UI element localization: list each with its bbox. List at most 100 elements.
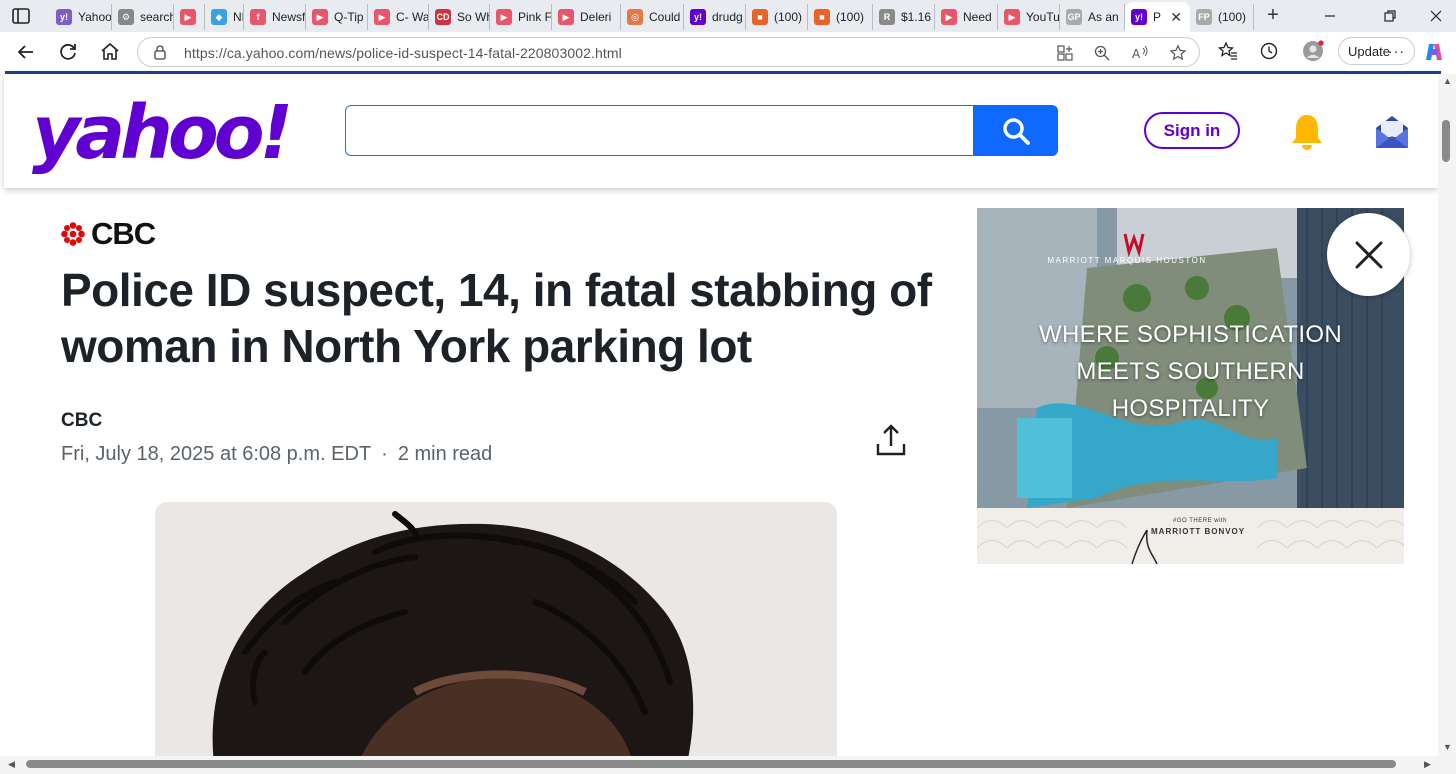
tab-strip: y! Yahoo ⚙ search ▶ ◆ NE f Newsf ▶ Q-Tip ▶ C- Wa CD So… — [0, 0, 1456, 32]
search-input[interactable] — [345, 105, 974, 156]
restore-icon[interactable] — [1380, 6, 1400, 26]
share-icon[interactable] — [874, 422, 908, 458]
sign-in-button[interactable]: Sign in — [1144, 112, 1240, 149]
tab-actions-icon[interactable] — [10, 6, 34, 26]
mail-icon[interactable] — [1374, 114, 1410, 150]
source-logo[interactable]: CBC — [61, 216, 156, 252]
scroll-right-icon[interactable]: ▶ — [1424, 759, 1431, 770]
address-bar[interactable]: https://ca.yahoo.com/news/police-id-susp… — [137, 37, 1200, 67]
meta-separator: · — [381, 443, 388, 465]
read-aloud-icon[interactable]: A — [1131, 44, 1149, 62]
tab[interactable]: ◎ Could — [621, 4, 684, 30]
tab-label: NE — [233, 10, 243, 24]
scroll-left-icon[interactable]: ◀ — [8, 759, 15, 770]
tab-favicon-icon: ◆ — [211, 9, 227, 25]
svg-text:A: A — [1132, 47, 1141, 61]
tab[interactable]: ▶ Deleri — [552, 4, 621, 30]
lock-icon[interactable] — [152, 44, 168, 60]
yahoo-logo[interactable]: yahoo! — [32, 96, 293, 170]
tab-label: So Wh — [457, 10, 490, 24]
tab[interactable]: f Newsf — [244, 4, 306, 30]
tab-label: YouTu — [1026, 10, 1060, 24]
tab-label: Pink F — [518, 10, 552, 24]
tab[interactable]: ▶ Q-Tip — [306, 4, 368, 30]
tab[interactable]: GP As an — [1060, 4, 1125, 30]
vertical-scroll-thumb[interactable] — [1442, 120, 1450, 162]
tab-favicon-icon: ▶ — [374, 9, 390, 25]
scroll-down-icon[interactable]: ▼ — [1443, 742, 1452, 752]
tab-label: search — [140, 10, 174, 24]
close-icon — [1355, 241, 1382, 268]
tab-favicon-icon: ▶ — [180, 9, 196, 25]
tab-label: (100) — [836, 10, 865, 24]
article-date: Fri, July 18, 2025 at 6:08 p.m. EDT — [61, 443, 372, 465]
zoom-icon[interactable] — [1093, 44, 1111, 62]
read-time: 2 min read — [397, 443, 493, 465]
vertical-scrollbar[interactable]: ▲ ▼ — [1438, 74, 1456, 756]
horizontal-scroll-thumb[interactable] — [26, 760, 1396, 768]
ad-close-button[interactable] — [1327, 213, 1410, 296]
tab-label: drudg — [712, 10, 743, 24]
tab-label: C- Wa — [396, 10, 429, 24]
tab-label: $1.16 — [901, 10, 932, 24]
profile-avatar-icon[interactable] — [1302, 40, 1324, 62]
home-icon[interactable] — [98, 40, 122, 64]
tab[interactable]: ■ (100) — [808, 4, 873, 30]
tab-favicon-icon: ▶ — [558, 9, 574, 25]
app-available-icon[interactable] — [1056, 44, 1074, 62]
tab-favicon-icon: y! — [1131, 9, 1147, 25]
update-label: Update — [1348, 43, 1390, 59]
tab-favicon-icon: GP — [1066, 9, 1082, 25]
tab-label: Newsf — [272, 10, 306, 24]
favorites-icon[interactable] — [1218, 41, 1238, 61]
horizontal-scrollbar[interactable]: ◀ ▶ — [0, 756, 1456, 774]
search-button[interactable] — [973, 105, 1058, 156]
ad-headline-line: WHERE SOPHISTICATION — [1039, 321, 1342, 348]
tab-favicon-icon: f — [250, 9, 266, 25]
tab[interactable]: y! drudg — [684, 4, 746, 30]
url-text[interactable]: https://ca.yahoo.com/news/police-id-susp… — [184, 45, 622, 61]
tab[interactable]: ▶ Pink F — [490, 4, 552, 30]
tab[interactable]: CD So Wh — [429, 4, 490, 30]
tab-favicon-icon: ▶ — [941, 9, 957, 25]
refresh-icon[interactable] — [56, 40, 80, 64]
ad-brand: MARRIOTT MARQUIS HOUSTON — [1047, 256, 1207, 265]
tab[interactable]: FP (100) — [1190, 4, 1254, 30]
close-window-icon[interactable] — [1426, 6, 1446, 26]
tab-label: As an — [1088, 10, 1119, 24]
favorite-star-icon[interactable] — [1169, 44, 1187, 62]
history-icon[interactable] — [1259, 41, 1279, 61]
ad-headline: WHERE SOPHISTICATION MEETS SOUTHERN HOSP… — [977, 316, 1404, 427]
tab-favicon-icon: y! — [56, 9, 72, 25]
tab-favicon-icon: ◎ — [627, 9, 643, 25]
tab[interactable]: ■ (100) — [746, 4, 808, 30]
tab-label: Q-Tip — [334, 10, 364, 24]
copilot-icon[interactable] — [1423, 41, 1445, 63]
tab-close-icon[interactable]: ✕ — [1170, 9, 1182, 26]
tab[interactable]: ▶ — [174, 4, 205, 30]
ad-footer-brand: MARRIOTT BONVOY — [1151, 527, 1246, 536]
tab[interactable]: ⚙ search — [112, 4, 174, 30]
ad-pattern-image — [977, 519, 1404, 564]
tab[interactable]: ◆ NE — [205, 4, 244, 30]
tab-active[interactable]: y! P ✕ — [1125, 2, 1190, 32]
tab[interactable]: ▶ Need — [935, 4, 998, 30]
article-author[interactable]: CBC — [61, 410, 102, 432]
scroll-up-icon[interactable]: ▲ — [1443, 76, 1452, 86]
tab[interactable]: ▶ YouTu — [998, 4, 1060, 30]
back-arrow-icon[interactable] — [14, 40, 38, 64]
tab-favicon-icon: y! — [690, 9, 706, 25]
tab-favicon-icon: ▶ — [1004, 9, 1020, 25]
bell-icon[interactable] — [1289, 112, 1325, 152]
minimize-icon[interactable] — [1320, 6, 1340, 26]
tab-label: Need — [963, 10, 992, 24]
tab-favicon-icon: R — [879, 9, 895, 25]
new-tab-button[interactable]: + — [1262, 5, 1284, 27]
update-button[interactable]: Update ··· — [1338, 37, 1415, 65]
tab[interactable]: R $1.16 — [873, 4, 935, 30]
more-menu-icon[interactable]: ··· — [1388, 43, 1405, 59]
browser-window: y! Yahoo ⚙ search ▶ ◆ NE f Newsf ▶ Q-Tip ▶ C- Wa CD So… — [0, 0, 1456, 774]
tab-label: Could — [649, 10, 681, 24]
tab[interactable]: y! Yahoo — [50, 4, 112, 30]
tab[interactable]: ▶ C- Wa — [368, 4, 429, 30]
